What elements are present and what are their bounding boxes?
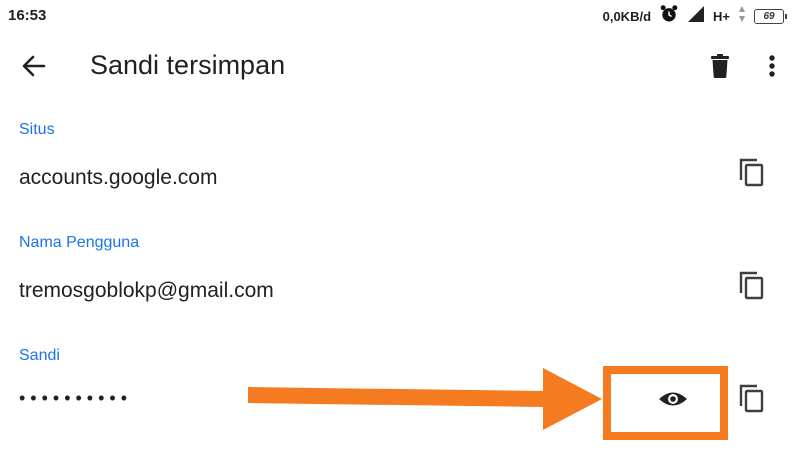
alarm-icon <box>659 4 679 29</box>
more-options-button[interactable] <box>752 46 792 86</box>
copy-username-button[interactable] <box>733 266 773 306</box>
trash-icon <box>700 54 740 90</box>
status-time: 16:53 <box>8 7 47 24</box>
site-label: Situs <box>19 121 55 138</box>
copy-icon <box>733 384 773 423</box>
battery-indicator: 69 <box>754 8 787 24</box>
username-value: tremosgoblokp@gmail.com <box>19 279 274 302</box>
copy-site-button[interactable] <box>733 153 773 193</box>
password-value: •••••••••• <box>19 388 133 408</box>
delete-button[interactable] <box>700 46 740 86</box>
back-button[interactable] <box>14 46 54 86</box>
password-label: Sandi <box>19 347 60 364</box>
copy-icon <box>733 271 773 310</box>
copy-icon <box>733 158 773 197</box>
annotation-arrow <box>240 360 605 440</box>
username-label: Nama Pengguna <box>19 234 140 251</box>
copy-password-button[interactable] <box>733 379 773 419</box>
network-type: H+ <box>713 8 730 24</box>
signal-icon <box>687 5 705 28</box>
page-title: Sandi tersimpan <box>90 50 286 80</box>
app-toolbar: Sandi tersimpan <box>0 36 800 96</box>
annotation-highlight-box <box>603 366 728 440</box>
arrow-back-icon <box>14 55 54 90</box>
more-vert-icon <box>752 55 792 90</box>
network-speed: 0,0KB/d <box>602 8 652 24</box>
data-activity-icon <box>738 5 746 28</box>
saved-password-screen: 16:53 0,0KB/d H+ 69 Sandi tersimpan Situ… <box>0 0 800 450</box>
site-value: accounts.google.com <box>19 166 218 189</box>
status-bar: 16:53 0,0KB/d H+ 69 <box>0 0 800 32</box>
status-icons: 0,0KB/d H+ 69 <box>602 4 787 29</box>
